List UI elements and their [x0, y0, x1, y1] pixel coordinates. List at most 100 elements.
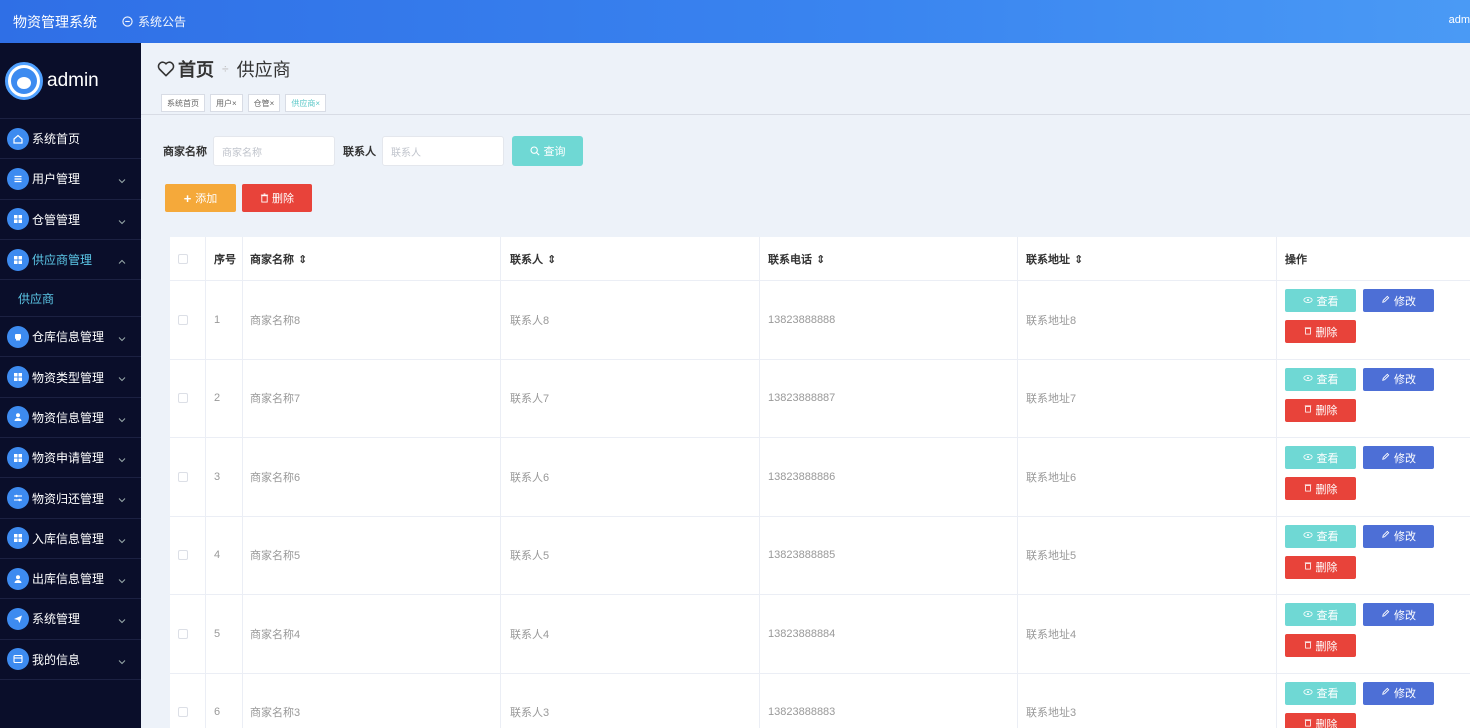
header-phone[interactable]: 联系电话 ⇕ [768, 251, 825, 267]
search-form: 商家名称 商家名称 联系人 联系人 查询 [163, 136, 583, 166]
delete-label: 删除 [1315, 405, 1338, 417]
cell-phone: 13823888883 [768, 706, 836, 719]
edit-icon [1381, 373, 1394, 385]
tab-0[interactable]: 系统首页 [161, 94, 205, 112]
chevron-up-icon [118, 254, 126, 268]
sort-icon[interactable]: ⇕ [298, 253, 307, 266]
name-search-input[interactable]: 商家名称 [213, 136, 335, 166]
table-row: 5 商家名称4 联系人4 13823888884 联系地址4 查看 修改 删除 [170, 595, 1470, 674]
user-icon [7, 406, 29, 429]
sidebar-item-3[interactable]: 供应商管理 [0, 240, 141, 281]
supplier-table: 序号 商家名称 ⇕ 联系人 ⇕ 联系电话 ⇕ 联系地址 ⇕ 操作 1 商家名称8 联系人8 1… [170, 237, 1470, 728]
view-button[interactable]: 查看 [1285, 681, 1356, 705]
sidebar-item-5[interactable]: 物资类型管理 [0, 357, 141, 398]
select-all-checkbox[interactable] [178, 253, 188, 264]
sidebar-item-4[interactable]: 仓库信息管理 [0, 317, 141, 358]
trash-icon [260, 193, 269, 203]
delete-button[interactable]: 删除 [1285, 477, 1356, 500]
trash-icon [1304, 326, 1316, 338]
row-checkbox[interactable] [178, 393, 188, 404]
sidebar-item-9[interactable]: 入库信息管理 [0, 519, 141, 559]
delete-button[interactable]: 删除 [1285, 712, 1356, 728]
notice-link[interactable]: 系统公告 [122, 13, 186, 30]
delete-button[interactable]: 删除 [1285, 398, 1356, 422]
view-button[interactable]: 查看 [1285, 603, 1356, 626]
header-address[interactable]: 联系地址 ⇕ [1026, 251, 1083, 267]
delete-button[interactable]: 删除 [1285, 320, 1356, 343]
delete-label: 删除 [1315, 640, 1338, 653]
row-checkbox[interactable] [178, 707, 188, 718]
row-checkbox[interactable] [178, 550, 188, 561]
add-button[interactable]: + 添加 [165, 184, 236, 212]
edit-label: 修改 [1394, 452, 1416, 465]
sidebar-item-6[interactable]: 物资信息管理 [0, 398, 141, 439]
sidebar-item-8[interactable]: 物资归还管理 [0, 478, 141, 519]
sidebar-item-label: 系统管理 [32, 612, 81, 627]
sidebar-item-0[interactable]: 系统首页 [0, 119, 141, 160]
delete-button[interactable]: 删除 [1285, 555, 1356, 579]
row-checkbox[interactable] [178, 628, 188, 639]
query-button[interactable]: 查询 [512, 136, 583, 166]
sidebar-item-10[interactable]: 出库信息管理 [0, 559, 141, 600]
edit-label: 修改 [1394, 609, 1416, 622]
sort-icon[interactable]: ⇕ [547, 253, 556, 266]
send-icon [7, 607, 29, 630]
delete-button[interactable]: 删除 [1285, 634, 1356, 657]
row-checkbox[interactable] [178, 314, 188, 325]
tab-3[interactable]: 供应商× [285, 94, 327, 112]
row-checkbox[interactable] [178, 471, 188, 482]
plus-icon: + [183, 190, 192, 206]
sidebar-item-11[interactable]: 系统管理 [0, 599, 141, 640]
sidebar-item-7[interactable]: 物资申请管理 [0, 438, 141, 479]
edit-button[interactable]: 修改 [1363, 446, 1434, 469]
edit-button[interactable]: 修改 [1363, 603, 1434, 626]
view-button[interactable]: 查看 [1285, 289, 1356, 312]
sidebar-item-2[interactable]: 仓管管理 [0, 200, 141, 240]
edit-button[interactable]: 修改 [1363, 681, 1434, 705]
sort-icon[interactable]: ⇕ [1074, 253, 1083, 266]
sort-icon[interactable]: ⇕ [816, 253, 825, 266]
cell-address: 联系地址8 [1026, 314, 1077, 327]
add-label: 添加 [195, 193, 218, 205]
cell-contact: 联系人6 [510, 471, 550, 484]
tab-bar: 系统首页 用户× 仓管× 供应商× [161, 94, 331, 112]
chevron-down-icon [118, 173, 126, 187]
view-button[interactable]: 查看 [1285, 446, 1356, 469]
main-content: 首页 ÷ 供应商 系统首页 用户× 仓管× 供应商× 商家名称 商家名称 联系人 联系… [141, 43, 1470, 728]
sidebar-item-1[interactable]: 用户管理 [0, 159, 141, 200]
view-label: 查看 [1316, 295, 1339, 308]
edit-icon [1381, 609, 1394, 621]
sidebar-item-label: 系统首页 [32, 132, 81, 147]
contact-search-input[interactable]: 联系人 [382, 136, 504, 166]
submenu-item[interactable]: 供应商 [0, 280, 141, 318]
cell-phone: 13823888886 [768, 470, 836, 483]
trash-icon [1304, 483, 1316, 495]
sidebar-menu: 系统首页用户管理 仓管管理 供应商管理 供应商 仓库信息管理 物资类型管理 物资信息管理 物资… [0, 119, 141, 680]
tab-1[interactable]: 用户× [210, 94, 243, 112]
view-button[interactable]: 查看 [1285, 524, 1356, 548]
breadcrumb-home[interactable]: 首页 [178, 56, 214, 82]
edit-icon [1381, 295, 1394, 307]
edit-icon [1381, 687, 1394, 699]
view-button[interactable]: 查看 [1285, 367, 1356, 391]
top-user-menu[interactable]: adm [1449, 14, 1470, 26]
cell-index: 3 [214, 470, 221, 483]
delete-label: 删除 [1315, 326, 1338, 339]
batch-delete-button[interactable]: 删除 [242, 184, 312, 212]
chevron-down-icon [118, 214, 126, 228]
grid-icon [7, 248, 29, 271]
edit-button[interactable]: 修改 [1363, 367, 1434, 391]
cell-index: 4 [214, 549, 221, 562]
avatar [5, 61, 43, 100]
chevron-down-icon [118, 371, 126, 385]
cell-phone: 13823888884 [768, 627, 836, 640]
header-contact[interactable]: 联系人 ⇕ [510, 251, 556, 267]
tab-2[interactable]: 仓管× [247, 94, 281, 112]
sidebar-item-12[interactable]: 我的信息 [0, 640, 141, 680]
view-label: 查看 [1316, 374, 1339, 386]
header-name[interactable]: 商家名称 ⇕ [250, 251, 307, 267]
sidebar-item-label: 我的信息 [32, 652, 81, 667]
edit-button[interactable]: 修改 [1363, 289, 1434, 312]
edit-button[interactable]: 修改 [1363, 524, 1434, 548]
table-row: 6 商家名称3 联系人3 13823888883 联系地址3 查看 修改 删除 [170, 673, 1470, 728]
